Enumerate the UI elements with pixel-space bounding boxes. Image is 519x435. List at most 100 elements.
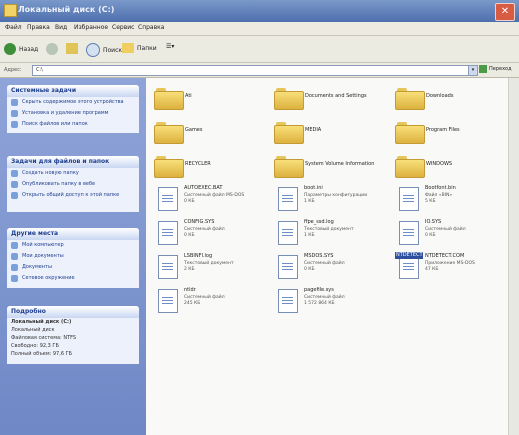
toolbar: Назад Поиск Папки ☰▾ bbox=[0, 36, 519, 63]
file-size: 1 КБ bbox=[304, 199, 315, 204]
new-folder-link[interactable]: Создать новую папку bbox=[7, 168, 139, 179]
folder-name: MEDIA bbox=[305, 127, 322, 133]
file-item[interactable]: AUTOEXEC.BAT Системный файл MS-DOS 0 КБ bbox=[154, 184, 266, 218]
search-files-icon bbox=[11, 121, 18, 128]
folder-name: Downloads bbox=[426, 93, 454, 99]
folders-icon bbox=[122, 43, 134, 53]
search-files-link[interactable]: Поиск файлов или папок bbox=[7, 119, 139, 130]
file-item[interactable]: CONFIG.SYS Системный файл 0 КБ bbox=[154, 218, 266, 252]
menu-edit[interactable]: Правка bbox=[27, 24, 50, 31]
vertical-scrollbar[interactable] bbox=[508, 78, 519, 435]
publish-icon bbox=[11, 181, 18, 188]
folder-name: RECYCLER bbox=[185, 161, 211, 167]
close-button[interactable]: ✕ bbox=[495, 3, 515, 21]
folders-button[interactable]: Папки bbox=[122, 43, 157, 53]
file-size: 0 КБ bbox=[425, 233, 436, 238]
up-folder-icon bbox=[66, 43, 78, 54]
network-places-link[interactable]: Сетевое окружение bbox=[7, 273, 139, 284]
file-icon bbox=[278, 187, 298, 211]
file-item[interactable]: Bootfont.bin Файл «BIN» 5 КБ bbox=[395, 184, 507, 218]
file-type-size: Приложение MS-DOS 47 КБ bbox=[425, 261, 475, 273]
folder-item[interactable]: RECYCLER bbox=[154, 150, 266, 184]
add-remove-programs-link[interactable]: Установка и удаление программ bbox=[7, 108, 139, 119]
folder-item[interactable]: Ati bbox=[154, 82, 266, 116]
file-name: IO.SYS bbox=[425, 219, 442, 225]
file-item[interactable]: NTDETECT.COM Приложение MS-DOS 47 КБ NTDETE… bbox=[395, 252, 507, 286]
file-icon bbox=[158, 255, 178, 279]
folder-name: System Volume Information bbox=[305, 161, 375, 167]
file-item[interactable]: pagefile.sys Системный файл 1 572 864 КБ bbox=[274, 286, 386, 320]
file-size: 1 572 864 КБ bbox=[304, 301, 335, 306]
file-item[interactable]: IO.SYS Системный файл 0 КБ bbox=[395, 218, 507, 252]
file-size: 0 КБ bbox=[184, 199, 195, 204]
folder-item[interactable]: Downloads bbox=[395, 82, 507, 116]
other-places-title[interactable]: Другие места bbox=[7, 228, 139, 240]
add-remove-programs-label: Установка и удаление программ bbox=[22, 110, 109, 116]
share-icon bbox=[11, 192, 18, 199]
file-item[interactable]: LSBINFI.log Текстовый документ 2 КБ bbox=[154, 252, 266, 286]
hide-drive-contents-label: Скрыть содержимое этого устройства bbox=[22, 99, 124, 105]
menu-tools[interactable]: Сервис bbox=[112, 24, 134, 31]
folder-item[interactable]: System Volume Information bbox=[274, 150, 386, 184]
back-label: Назад bbox=[19, 45, 39, 53]
file-item[interactable]: ntldr Системный файл 245 КБ bbox=[154, 286, 266, 320]
file-type-size: Файл «BIN» 5 КБ bbox=[425, 193, 452, 205]
file-item[interactable]: MSDOS.SYS Системный файл 0 КБ bbox=[274, 252, 386, 286]
menu-help[interactable]: Справка bbox=[138, 24, 164, 31]
system-tasks-title[interactable]: Системные задачи bbox=[7, 85, 139, 97]
address-value: C:\ bbox=[36, 67, 43, 73]
address-dropdown-button[interactable]: ▾ bbox=[468, 65, 478, 76]
folder-item[interactable]: Documents and Settings bbox=[274, 82, 386, 116]
go-arrow-icon bbox=[479, 65, 487, 73]
drive-icon bbox=[4, 4, 17, 17]
new-folder-icon bbox=[11, 170, 18, 177]
file-icon bbox=[399, 221, 419, 245]
new-folder-label: Создать новую папку bbox=[22, 170, 79, 176]
file-item[interactable]: ffpe_ssd.log Текстовый документ 1 КБ bbox=[274, 218, 386, 252]
network-icon bbox=[11, 275, 18, 282]
publish-folder-link[interactable]: Опубликовать папку в вебе bbox=[7, 179, 139, 190]
go-button[interactable]: Переход bbox=[479, 65, 512, 73]
address-field[interactable]: C:\ bbox=[32, 65, 470, 76]
file-size: 1 КБ bbox=[304, 233, 315, 238]
menu-file[interactable]: Файл bbox=[5, 24, 22, 31]
documents-icon bbox=[11, 253, 18, 260]
network-places-label: Сетевое окружение bbox=[22, 275, 75, 281]
file-name: NTDETECT.COM bbox=[425, 253, 465, 259]
file-item[interactable]: boot.ini Параметры конфигурации 1 КБ bbox=[274, 184, 386, 218]
my-documents-link[interactable]: Мои документы bbox=[7, 251, 139, 262]
folder-name: Ati bbox=[185, 93, 192, 99]
folder-icon bbox=[274, 88, 304, 110]
file-name: pagefile.sys bbox=[304, 287, 334, 293]
details-title[interactable]: Подробно bbox=[7, 306, 139, 318]
file-type-size: Системный файл 1 572 864 КБ bbox=[304, 295, 345, 307]
shared-documents-link[interactable]: Документы bbox=[7, 262, 139, 273]
forward-button[interactable] bbox=[46, 43, 58, 55]
folder-item[interactable]: MEDIA bbox=[274, 116, 386, 150]
file-icon bbox=[278, 221, 298, 245]
folder-item[interactable]: WINDOWS bbox=[395, 150, 507, 184]
task-pane: Системные задачи Скрыть содержимое этого… bbox=[0, 78, 146, 435]
hide-drive-contents-link[interactable]: Скрыть содержимое этого устройства bbox=[7, 97, 139, 108]
share-folder-link[interactable]: Открыть общий доступ к этой папке bbox=[7, 190, 139, 201]
menu-favorites[interactable]: Избранное bbox=[74, 24, 108, 31]
folder-item[interactable]: Games bbox=[154, 116, 266, 150]
share-folder-label: Открыть общий доступ к этой папке bbox=[22, 192, 120, 198]
hide-icon bbox=[11, 99, 18, 106]
my-computer-link[interactable]: Мой компьютер bbox=[7, 240, 139, 251]
title-bar[interactable]: Локальный диск (C:) ✕ bbox=[0, 0, 519, 22]
search-button[interactable]: Поиск bbox=[86, 43, 122, 57]
up-folder-button[interactable] bbox=[66, 43, 78, 54]
file-type-size: Системный файл 0 КБ bbox=[184, 227, 225, 239]
file-tasks-title[interactable]: Задачи для файлов и папок bbox=[7, 156, 139, 168]
details-drive-name: Локальный диск (C:) bbox=[11, 319, 72, 325]
back-button[interactable]: Назад bbox=[4, 43, 38, 55]
folder-icon bbox=[154, 122, 184, 144]
view-button[interactable]: ☰▾ bbox=[166, 43, 174, 50]
window-title: Локальный диск (C:) bbox=[18, 5, 115, 14]
shared-documents-icon bbox=[11, 264, 18, 271]
folder-item[interactable]: Program Files bbox=[395, 116, 507, 150]
file-type-size: Текстовый документ 2 КБ bbox=[184, 261, 234, 273]
details-free-space: Свободно: 92,3 ГБ bbox=[11, 343, 59, 349]
menu-view[interactable]: Вид bbox=[55, 24, 67, 31]
